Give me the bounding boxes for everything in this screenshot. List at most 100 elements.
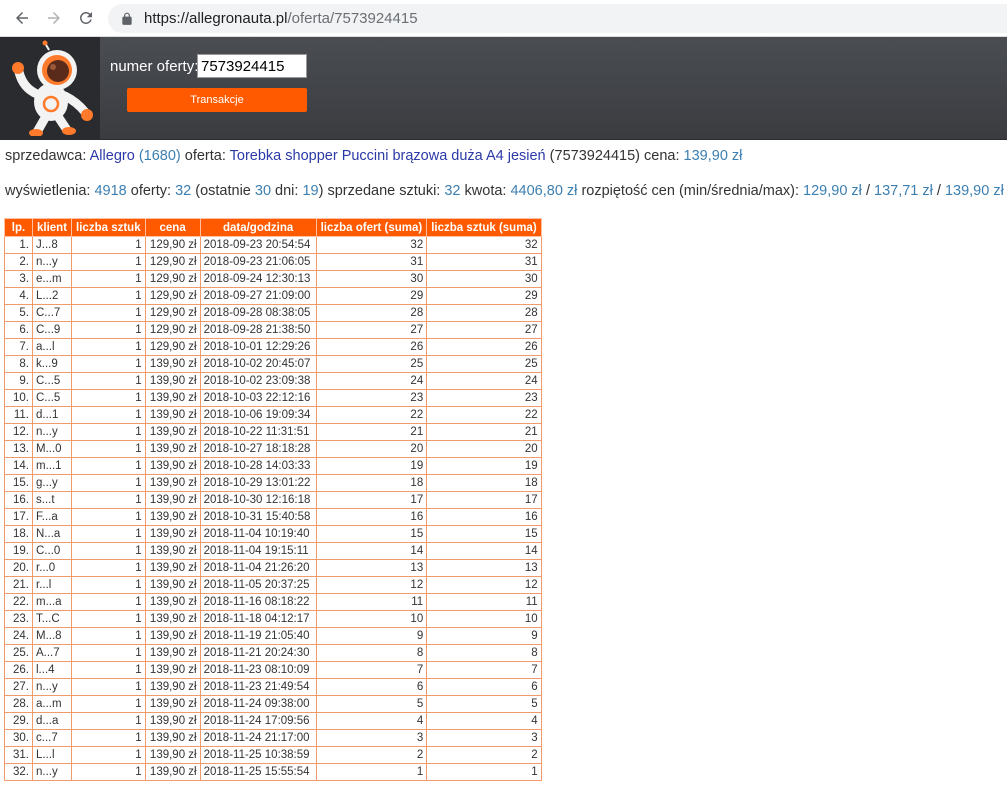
offer-title-link[interactable]: Torebka shopper Puccini brązowa duża A4 … xyxy=(230,148,546,164)
address-bar[interactable]: https://allegronauta.pl/oferta/757392441… xyxy=(108,4,1007,33)
sold-value: 32 xyxy=(444,183,461,199)
row-quantity: 1 xyxy=(71,525,146,543)
row-client: m...1 xyxy=(31,457,73,475)
row-quantity: 1 xyxy=(71,729,146,747)
row-datetime: 2018-11-25 15:55:54 xyxy=(199,763,317,781)
row-items-sum: 11 xyxy=(426,593,542,611)
row-quantity: 1 xyxy=(71,644,146,662)
row-datetime: 2018-11-04 19:15:11 xyxy=(199,542,317,560)
row-price: 139,90 zł xyxy=(144,576,201,594)
row-datetime: 2018-11-04 21:26:20 xyxy=(199,559,317,577)
row-client: A...7 xyxy=(31,644,73,662)
row-datetime: 2018-10-02 23:09:38 xyxy=(199,372,317,390)
last-period-open: (ostatnie xyxy=(195,183,251,199)
row-client: N...a xyxy=(31,525,73,543)
row-lp: 11. xyxy=(4,406,33,424)
table-body: 1. J...8 1 129,90 zł 2018-09-23 20:54:54 32 32… xyxy=(4,236,542,781)
row-price: 139,90 zł xyxy=(144,542,201,560)
row-quantity: 1 xyxy=(71,627,146,645)
row-datetime: 2018-11-25 10:38:59 xyxy=(199,746,317,764)
arrow-left-icon xyxy=(16,12,28,24)
row-items-sum: 2 xyxy=(426,746,542,764)
row-client: e...m xyxy=(31,270,73,288)
row-client: r...0 xyxy=(31,559,73,577)
row-price: 139,90 zł xyxy=(144,593,201,611)
row-client: n...y xyxy=(31,763,73,781)
row-items-sum: 32 xyxy=(426,236,542,254)
row-lp: 8. xyxy=(4,355,33,373)
row-quantity: 1 xyxy=(71,287,146,305)
range-separator-1: / xyxy=(865,183,870,199)
row-offers-sum: 12 xyxy=(315,576,428,594)
row-lp: 18. xyxy=(4,525,33,543)
row-datetime: 2018-11-21 20:24:30 xyxy=(199,644,317,662)
row-items-sum: 18 xyxy=(426,474,542,492)
row-offers-sum: 27 xyxy=(315,321,428,339)
row-quantity: 1 xyxy=(71,355,146,373)
row-client: m...a xyxy=(31,593,73,611)
offer-number-input[interactable] xyxy=(197,54,307,78)
header-offers-sum: liczba ofert (suma) xyxy=(315,218,428,237)
row-offers-sum: 23 xyxy=(315,389,428,407)
last-count-value: 19 xyxy=(302,183,319,199)
row-offers-sum: 17 xyxy=(315,491,428,509)
reload-icon xyxy=(79,11,92,24)
row-items-sum: 1 xyxy=(426,763,542,781)
url-path: /oferta/7573924415 xyxy=(287,10,418,27)
table-row: 27. n...y 1 139,90 zł 2018-11-23 21:49:54 6 6 xyxy=(4,678,542,696)
row-quantity: 1 xyxy=(71,491,146,509)
row-lp: 3. xyxy=(4,270,33,288)
row-client: c...7 xyxy=(31,729,73,747)
header-client: klient xyxy=(31,218,73,237)
row-client: s...t xyxy=(31,491,73,509)
row-quantity: 1 xyxy=(71,338,146,356)
row-items-sum: 10 xyxy=(426,610,542,628)
price-label: cena: xyxy=(644,148,680,164)
row-datetime: 2018-11-24 09:38:00 xyxy=(199,695,317,713)
lock-icon xyxy=(122,12,132,25)
table-row: 14. m...1 1 139,90 zł 2018-10-28 14:03:33 19 1… xyxy=(4,457,542,475)
row-offers-sum: 22 xyxy=(315,406,428,424)
row-items-sum: 15 xyxy=(426,525,542,543)
table-row: 15. g...y 1 139,90 zł 2018-10-29 13:01:22 18 1… xyxy=(4,474,542,492)
reload-button[interactable] xyxy=(72,4,100,32)
row-client: k...9 xyxy=(31,355,73,373)
row-client: n...y xyxy=(31,423,73,441)
row-price: 129,90 zł xyxy=(144,338,201,356)
table-row: 17. F...a 1 139,90 zł 2018-10-31 15:40:58 16 1… xyxy=(4,508,542,526)
views-value: 4918 xyxy=(94,183,127,199)
row-offers-sum: 5 xyxy=(315,695,428,713)
row-price: 139,90 zł xyxy=(144,440,201,458)
header-quantity: liczba sztuk xyxy=(71,218,146,237)
row-offers-sum: 24 xyxy=(315,372,428,390)
row-price: 129,90 zł xyxy=(144,304,201,322)
table-row: 3. e...m 1 129,90 zł 2018-09-24 12:30:13 30 30 xyxy=(4,270,542,288)
row-price: 139,90 zł xyxy=(144,525,201,543)
back-button[interactable] xyxy=(8,4,36,32)
row-quantity: 1 xyxy=(71,712,146,730)
row-items-sum: 5 xyxy=(426,695,542,713)
price-max: 139,90 zł xyxy=(944,183,1004,199)
row-items-sum: 30 xyxy=(426,270,542,288)
row-price: 139,90 zł xyxy=(144,406,201,424)
row-client: T...C xyxy=(31,610,73,628)
row-quantity: 1 xyxy=(71,474,146,492)
row-quantity: 1 xyxy=(71,372,146,390)
table-row: 12. n...y 1 139,90 zł 2018-10-22 11:31:51 21 2… xyxy=(4,423,542,441)
row-quantity: 1 xyxy=(71,559,146,577)
table-row: 10. C...5 1 139,90 zł 2018-10-03 22:12:16 23 2… xyxy=(4,389,542,407)
row-quantity: 1 xyxy=(71,253,146,271)
table-row: 32. n...y 1 139,90 zł 2018-11-25 15:55:54 1 1 xyxy=(4,763,542,781)
row-items-sum: 19 xyxy=(426,457,542,475)
row-offers-sum: 28 xyxy=(315,304,428,322)
row-datetime: 2018-11-24 21:17:00 xyxy=(199,729,317,747)
row-price: 129,90 zł xyxy=(144,236,201,254)
astronaut-logo[interactable] xyxy=(0,37,100,139)
row-client: M...8 xyxy=(31,627,73,645)
transactions-button[interactable]: Transakcje xyxy=(127,88,307,112)
seller-link[interactable]: Allegro xyxy=(90,148,135,164)
row-quantity: 1 xyxy=(71,593,146,611)
forward-button[interactable] xyxy=(40,4,68,32)
row-lp: 19. xyxy=(4,542,33,560)
table-row: 24. M...8 1 139,90 zł 2018-11-19 21:05:40 9 9 xyxy=(4,627,542,645)
